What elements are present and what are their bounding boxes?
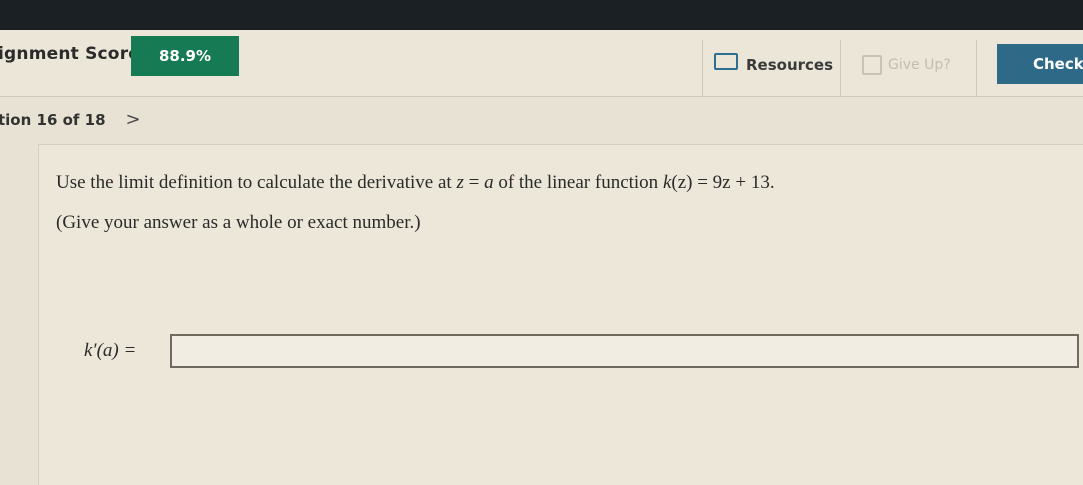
answer-label: k′(a) = (84, 340, 137, 361)
toolbar-divider (702, 40, 703, 96)
give-up-button[interactable]: Give Up? (862, 54, 951, 84)
next-question-chevron-icon[interactable]: > (126, 109, 141, 130)
question-panel (38, 144, 1083, 485)
score-badge: 88.9% (131, 36, 239, 76)
resources-label: Resources (746, 56, 834, 74)
folder-icon (714, 52, 738, 70)
top-bar (0, 0, 1083, 30)
answer-input[interactable] (170, 334, 1079, 368)
resources-button[interactable]: Resources (714, 50, 833, 80)
question-navigation: tion 16 of 18 > (0, 109, 141, 130)
check-answer-button[interactable]: Check (997, 44, 1083, 84)
give-up-icon (862, 55, 882, 75)
assignment-score-label: ignment Score: (0, 44, 148, 64)
question-progress: tion 16 of 18 (0, 110, 106, 129)
give-up-label: Give Up? (888, 57, 951, 73)
question-text: Use the limit definition to calculate th… (56, 172, 775, 193)
toolbar-divider (840, 40, 841, 96)
answer-instruction: (Give your answer as a whole or exact nu… (56, 212, 421, 233)
toolbar-divider (976, 40, 977, 96)
